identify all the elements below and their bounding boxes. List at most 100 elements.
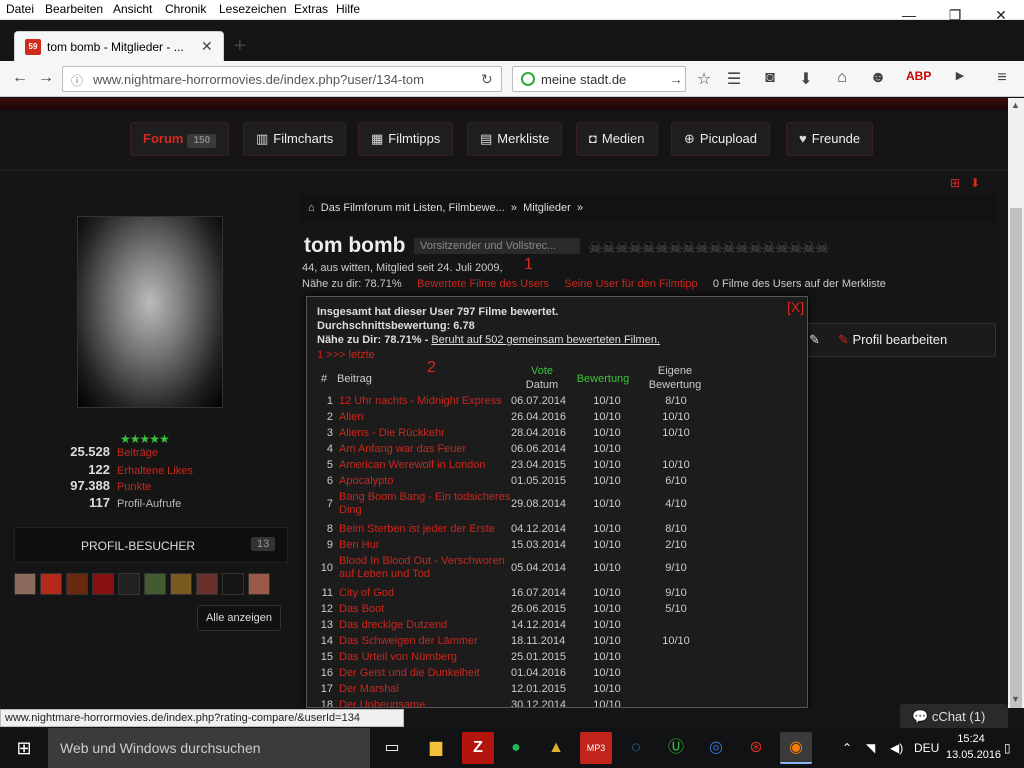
pocket-icon[interactable]: ◙ [760, 69, 780, 87]
menu-ansicht[interactable]: Ansicht [113, 2, 152, 16]
scroll-thumb[interactable] [1010, 208, 1022, 708]
nav-forum[interactable]: Forum 150 [130, 122, 230, 156]
common-films-link[interactable]: Beruht auf 502 gemeinsam bewerteten Film… [431, 334, 660, 346]
windows-start-icon[interactable]: ⊞ [0, 728, 48, 768]
menu-datei[interactable]: Datei [6, 2, 34, 16]
breadcrumb-members[interactable]: Mitglieder [523, 202, 571, 214]
download-icon[interactable]: ⬇ [796, 69, 816, 89]
col-header-rating[interactable]: Bewertung [569, 373, 637, 385]
scroll-down-arrow-icon[interactable]: ▼ [1011, 694, 1020, 704]
maximize-icon[interactable]: ❐ [932, 0, 978, 30]
reload-icon[interactable]: ↻ [481, 71, 493, 88]
visitor-avatar[interactable] [144, 573, 166, 595]
back-icon[interactable]: ← [12, 69, 28, 87]
file-explorer-icon[interactable]: ▆ [420, 732, 452, 764]
close-window-icon[interactable]: ✕ [978, 0, 1024, 30]
menu-bearbeiten[interactable]: Bearbeiten [45, 2, 103, 16]
minimize-icon[interactable]: — [886, 0, 932, 30]
film-title-link[interactable]: Das Boot [339, 603, 511, 616]
col-header-date[interactable]: Datum [517, 379, 567, 391]
film-title-link[interactable]: Blood In Blood Out - Verschworen auf Leb… [339, 555, 511, 581]
firefox-icon[interactable]: ◉ [780, 732, 812, 764]
url-bar[interactable]: ⓘ www.nightmare-horrormovies.de/index.ph… [62, 66, 502, 92]
rated-films-link[interactable]: Bewertete Filme des Users [417, 278, 549, 290]
menu-lesezeichen[interactable]: Lesezeichen [219, 2, 286, 16]
menu-chronik[interactable]: Chronik [165, 2, 206, 16]
film-title-link[interactable]: Am Anfang war das Feuer [339, 443, 511, 456]
film-title-link[interactable]: Der Marshal [339, 683, 511, 696]
film-title-link[interactable]: Beim Sterben ist jeder der Erste [339, 523, 511, 536]
film-title-link[interactable]: American Werewolf in London [339, 459, 511, 472]
network-icon[interactable]: ◥ [866, 728, 875, 768]
cchat-button[interactable]: 💬 cChat (1) [900, 704, 1008, 730]
game-app-icon[interactable]: ⊛ [740, 732, 772, 764]
search-go-icon[interactable]: → [669, 71, 683, 87]
profile-edit-button[interactable]: ✎ ✎ Profil bearbeiten [800, 323, 996, 357]
stat-likes-label[interactable]: Erhaltene Likes [117, 465, 193, 477]
breadcrumb-home[interactable]: Das Filmforum mit Listen, Filmbewe... [321, 202, 505, 214]
film-title-link[interactable]: Alien [339, 411, 511, 424]
col-header-vote[interactable]: Vote [517, 365, 567, 377]
filezilla-icon[interactable]: Z [462, 732, 494, 764]
volume-icon[interactable]: ◀) [890, 728, 903, 768]
stat-punkte-label[interactable]: Punkte [117, 481, 151, 493]
nav-picupload[interactable]: ⊕ Picupload [671, 122, 771, 156]
spotify-icon[interactable]: ● [500, 732, 532, 764]
visitor-avatar[interactable] [196, 573, 218, 595]
film-title-link[interactable]: Das Schweigen der Lämmer [339, 635, 511, 648]
visitor-avatar[interactable] [222, 573, 244, 595]
nav-medien[interactable]: ◘ Medien [576, 122, 658, 156]
youtube-icon[interactable]: ▶ [950, 69, 970, 82]
show-all-visitors-button[interactable]: Alle anzeigen [197, 605, 281, 631]
taskbar-search[interactable]: Web und Windows durchsuchen [48, 728, 370, 768]
popup-close-button[interactable]: [X] [787, 299, 804, 315]
language-indicator[interactable]: DEU [914, 728, 939, 768]
film-title-link[interactable]: Apocalypto [339, 475, 511, 488]
task-view-icon[interactable]: ▭ [376, 732, 408, 764]
visitor-avatar[interactable] [40, 573, 62, 595]
home-icon[interactable]: ⌂ [308, 202, 315, 214]
col-header-title[interactable]: Beitrag [337, 373, 372, 385]
nav-merkliste[interactable]: ▤ Merkliste [467, 122, 563, 156]
scroll-up-arrow-icon[interactable]: ▲ [1011, 100, 1020, 110]
page-scrollbar[interactable]: ▲ ▼ [1008, 98, 1024, 708]
browser-tab[interactable]: 59 tom bomb - Mitglieder - ... ✕ [14, 31, 224, 61]
film-title-link[interactable]: Der Geist und die Dunkelheit [339, 667, 511, 680]
ccleaner-icon[interactable]: ◌ [620, 732, 652, 764]
stat-beitraege-label[interactable]: Beiträge [117, 447, 158, 459]
search-bar[interactable]: meine stadt.de → [512, 66, 686, 92]
visitor-avatar[interactable] [170, 573, 192, 595]
visitor-avatar[interactable] [66, 573, 88, 595]
forward-icon[interactable]: → [38, 69, 54, 87]
tab-close-icon[interactable]: ✕ [201, 38, 213, 55]
pagination[interactable]: 1 >>> letzte [317, 349, 375, 361]
reader-list-icon[interactable]: ☰ [724, 69, 744, 89]
mp3-app-icon[interactable]: MP3 [580, 732, 612, 764]
menu-extras[interactable]: Extras [294, 2, 328, 16]
url-text[interactable]: www.nightmare-horrormovies.de/index.php?… [93, 72, 424, 87]
col-header-own[interactable]: Eigene [643, 365, 707, 377]
notification-icon[interactable]: ▯ [1004, 728, 1011, 768]
search-text[interactable]: meine stadt.de [541, 72, 626, 87]
film-tipps-link[interactable]: Seine User für den Filmtipp [564, 278, 697, 290]
nav-filmtipps[interactable]: ▦ Filmtipps [358, 122, 454, 156]
emoji-icon[interactable]: ☻ [868, 69, 888, 87]
film-title-link[interactable]: Das Urteil von Nürnberg [339, 651, 511, 664]
film-title-link[interactable]: Das dreckige Dutzend [339, 619, 511, 632]
sync-app-icon[interactable]: ◎ [700, 732, 732, 764]
nav-filmcharts[interactable]: ▥ Filmcharts [243, 122, 347, 156]
home-icon[interactable]: ⌂ [832, 69, 852, 87]
visitor-avatar[interactable] [248, 573, 270, 595]
adblock-icon[interactable]: ABP [906, 69, 931, 83]
bookmark-star-icon[interactable]: ☆ [694, 69, 714, 89]
film-title-link[interactable]: 12 Uhr nachts - Midnight Express [339, 395, 511, 408]
wrench-icon[interactable]: ✎ [809, 332, 820, 347]
tray-expand-icon[interactable]: ⌃ [842, 728, 852, 768]
vlc-icon[interactable]: ▲ [540, 732, 572, 764]
system-clock[interactable]: 15:24 13.05.2016 [946, 731, 1001, 763]
film-title-link[interactable]: Aliens - Die Rückkehr [339, 427, 511, 440]
hamburger-menu-icon[interactable]: ≡ [992, 69, 1012, 87]
visitor-avatar[interactable] [92, 573, 114, 595]
visitor-avatar[interactable] [14, 573, 36, 595]
new-tab-icon[interactable]: + [234, 35, 246, 58]
